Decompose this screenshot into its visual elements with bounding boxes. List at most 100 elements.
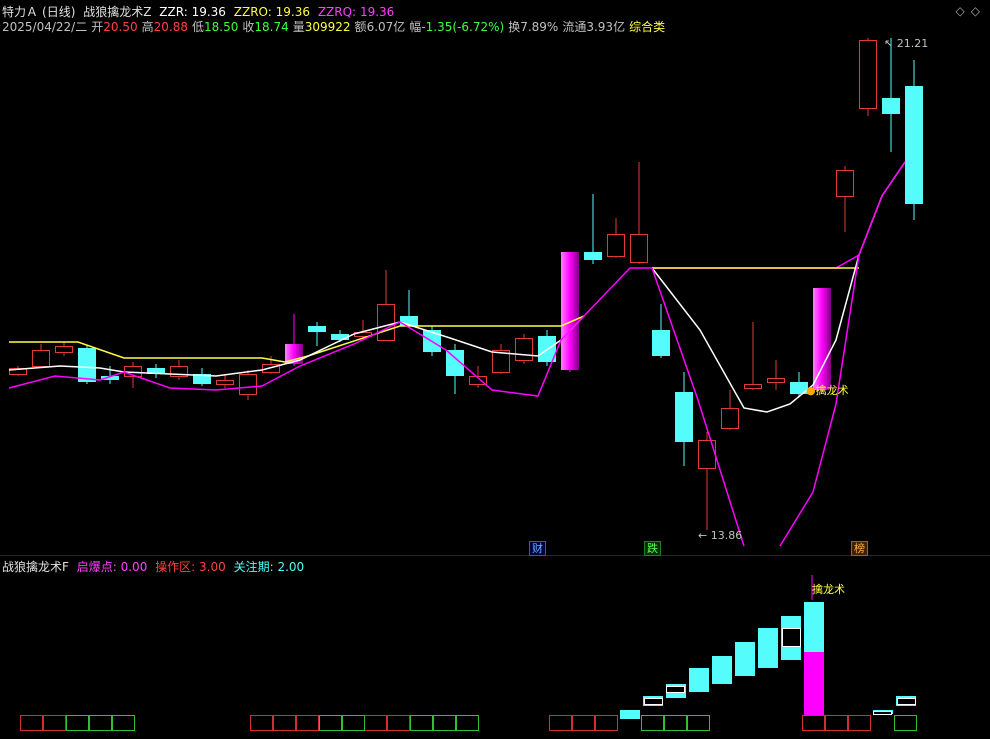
- amount-value: 6.07亿: [366, 20, 406, 34]
- sub-bar-cyan: [735, 642, 755, 676]
- zzrq-label: ZZRQ:: [317, 5, 357, 19]
- open-value: 20.50: [103, 20, 138, 34]
- candlestick: [147, 364, 165, 378]
- sub-bar-green: [319, 715, 342, 731]
- sub-bar-green: [664, 715, 687, 731]
- turnover-value: 7.89%: [520, 20, 559, 34]
- caozuo-value: 3.00: [199, 560, 226, 574]
- sub-bar-marker: [897, 698, 916, 705]
- amount-label: 额: [354, 20, 367, 34]
- turnover-label: 换: [508, 20, 521, 34]
- zzro-value: 19.36: [275, 5, 310, 19]
- sub-bar-marker: [644, 698, 663, 705]
- volume-value: 309922: [304, 20, 351, 34]
- zzro-label: ZZRO:: [233, 5, 272, 19]
- quote-date: 2025/04/22/二: [2, 20, 88, 34]
- sub-bar-green: [66, 715, 89, 731]
- candlestick: [308, 322, 326, 346]
- sub-bar-red: [250, 715, 273, 731]
- candlestick: [721, 390, 739, 430]
- candlestick: [32, 344, 50, 368]
- close-label: 收: [242, 20, 255, 34]
- qibao-value: 0.00: [120, 560, 148, 574]
- sub-bar-green: [894, 715, 917, 731]
- sub-bar-red: [43, 715, 66, 731]
- sub-bar-red: [20, 715, 43, 731]
- candlestick: [55, 342, 73, 356]
- sub-bar-red: [549, 715, 572, 731]
- sub-bar-green: [641, 715, 664, 731]
- open-label: 开: [91, 20, 104, 34]
- candlestick: [905, 60, 923, 220]
- guanzhu-label: 关注期:: [233, 560, 274, 574]
- float-value: 3.93亿: [586, 20, 626, 34]
- sub-bar-cyan: [758, 628, 778, 668]
- indicator-name[interactable]: 战狼擒龙术Z: [83, 5, 151, 19]
- quote-bar: 2025/04/22/二 开20.50 高20.88 低18.50 收18.74 量309…: [2, 18, 669, 35]
- white-curve: [651, 161, 906, 413]
- diamond-icon[interactable]: ◇: [956, 4, 965, 18]
- sub-bar-marker: [666, 686, 685, 693]
- sub-indicator-name[interactable]: 战狼擒龙术F: [2, 560, 69, 574]
- qibao-label: 启爆点:: [76, 560, 117, 574]
- low-value: 18.50: [203, 20, 239, 34]
- sub-bar-red: [364, 715, 387, 731]
- sub-bar-red: [825, 715, 848, 731]
- sub-bar-cyan: [804, 602, 824, 652]
- candlestick: [193, 368, 211, 386]
- period-label[interactable]: (日线): [42, 5, 75, 19]
- signal-main-label: ●擒龙术: [806, 382, 849, 398]
- high-value: 20.88: [153, 20, 188, 34]
- zzrq-value: 19.36: [359, 5, 395, 19]
- sub-bar-red: [296, 715, 319, 731]
- sub-bar-red: [802, 715, 825, 731]
- signal-sub-label: 擒龙术: [812, 583, 845, 596]
- sub-bar-marker: [782, 628, 801, 647]
- event-die-badge[interactable]: 跌: [644, 541, 661, 556]
- candlestick: [675, 372, 693, 466]
- main-candlesticks: [9, 38, 923, 530]
- guanzhu-value: 2.00: [277, 560, 305, 574]
- high-label: 高: [141, 20, 154, 34]
- diamond-outline-icon[interactable]: ◇: [971, 4, 980, 18]
- chart-canvas[interactable]: [0, 0, 990, 739]
- event-bang-badge[interactable]: 榜: [851, 541, 868, 556]
- candlestick: [744, 322, 762, 390]
- sub-bar-red: [273, 715, 296, 731]
- sub-bar-green: [410, 715, 433, 731]
- change-value: -1.35(-6.72%): [421, 20, 505, 34]
- low-label: 低: [191, 20, 204, 34]
- event-cai-badge[interactable]: 财: [529, 541, 546, 556]
- sub-indicator-bars: [20, 575, 917, 731]
- change-label: 幅: [409, 20, 422, 34]
- stock-name[interactable]: 特力Ａ: [2, 5, 38, 19]
- candlestick: [607, 218, 625, 258]
- candlestick: [9, 366, 27, 376]
- signal-main-text: 擒龙术: [815, 384, 849, 397]
- sub-bar-cyan: [712, 656, 732, 684]
- float-label: 流通: [562, 20, 587, 34]
- money-bag-icon: ●: [806, 384, 816, 397]
- candlestick: [859, 38, 877, 116]
- sub-bar-red: [387, 715, 410, 731]
- candlestick: [767, 360, 785, 390]
- candlestick: [561, 252, 579, 372]
- sub-bar-green: [456, 715, 479, 731]
- magenta-up: [779, 161, 906, 547]
- candlestick: [515, 334, 533, 364]
- sub-bar-green: [687, 715, 710, 731]
- panel-separator: [0, 555, 990, 556]
- high-price-value: 21.21: [896, 37, 929, 50]
- category-label[interactable]: 综合类: [629, 20, 665, 34]
- low-price-value: 13.86: [710, 529, 743, 542]
- sub-bar-red: [595, 715, 618, 731]
- sub-bar-cyan: [620, 710, 640, 719]
- sub-bar-green: [112, 715, 135, 731]
- high-price-label: ↖ 21.21: [884, 37, 929, 50]
- candlestick: [882, 38, 900, 152]
- sub-bar-marker: [873, 711, 892, 715]
- low-price-label: ← 13.86: [698, 529, 743, 542]
- sub-header: 战狼擒龙术F 启爆点: 0.00 操作区: 3.00 关注期: 2.00: [2, 558, 308, 575]
- zzr-value: 19.36: [191, 5, 226, 19]
- candlestick: [813, 288, 831, 392]
